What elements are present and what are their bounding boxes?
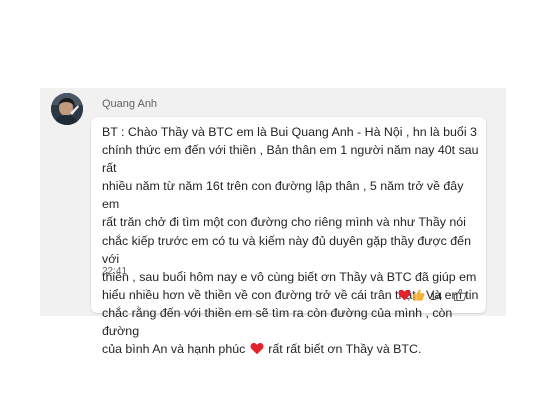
message-text: BT : Chào Thầy và BTC em là Bui Quang An…	[102, 123, 482, 360]
reaction-count: 14	[430, 291, 443, 303]
message-text-main: BT : Chào Thầy và BTC em là Bui Quang An…	[102, 125, 479, 357]
avatar-photo-icon	[51, 93, 83, 125]
avatar[interactable]	[51, 93, 83, 125]
thumbs-up-outline-icon	[453, 288, 467, 307]
red-heart-icon	[250, 342, 264, 360]
red-heart-icon	[398, 288, 411, 306]
reactions-bar: 14	[398, 288, 469, 306]
message-text-end: rất rất biết ơn Thầy và BTC.	[264, 342, 422, 357]
message-bubble[interactable]: BT : Chào Thầy và BTC em là Bui Quang An…	[91, 117, 486, 356]
thumbs-up-icon	[412, 288, 425, 307]
sender-name: Quang Anh	[102, 98, 158, 110]
message-timestamp: 22:41	[102, 266, 128, 277]
reaction-summary[interactable]: 14	[398, 288, 448, 306]
add-reaction-button[interactable]	[451, 288, 469, 306]
